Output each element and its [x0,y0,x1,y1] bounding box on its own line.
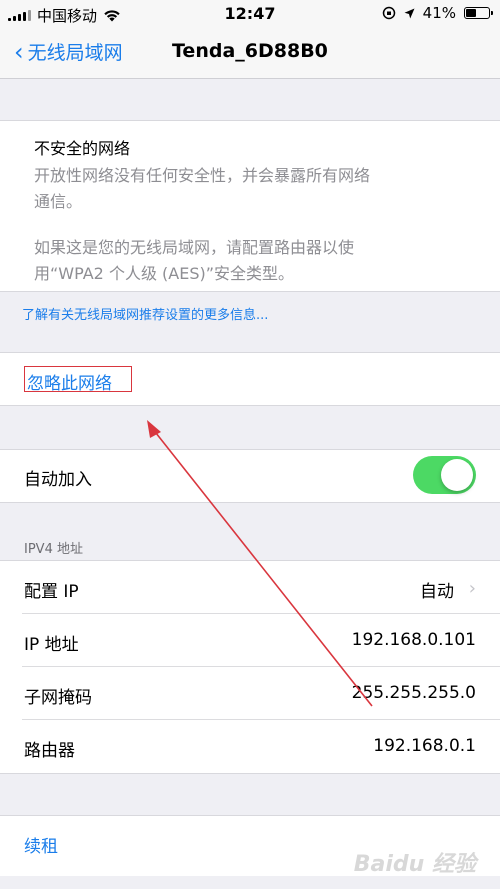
configure-ip-label[interactable]: 配置 IP [24,577,79,602]
status-bar: 中国移动 12:47 41% [0,0,500,28]
router-value: 192.168.0.1 [373,736,476,756]
auto-join-toggle[interactable] [413,456,476,494]
configure-ip-value[interactable]: 自动 [420,577,454,602]
warning-text-line: 如果这是您的无线局域网，请配置路由器以使 [34,238,355,257]
ip-address-label: IP 地址 [24,635,79,655]
auto-join-label: 自动加入 [24,470,92,490]
warning-text-line: 用“WPA2 个人级 (AES)”安全类型。 [34,264,295,283]
page-title: Tenda_6D88B0 [172,40,328,62]
row-divider [22,719,500,720]
chevron-left-icon: ‹ [14,37,24,66]
watermark-logo: Baidu 经验 [353,852,476,877]
chevron-right-icon[interactable]: › [469,578,476,599]
location-arrow-icon [404,8,415,18]
row-divider [22,666,500,667]
router-label: 路由器 [24,741,75,761]
divider [0,405,500,406]
subnet-mask-value: 255.255.255.0 [351,683,476,703]
divider [0,291,500,292]
back-button-label: 无线局域网 [27,42,123,64]
more-info-link[interactable]: 了解有关无线局域网推荐设置的更多信息... [22,304,268,323]
warning-title: 不安全的网络 [34,139,131,158]
warning-text-line: 通信。 [34,192,83,211]
forget-network-button[interactable]: 忽略此网络 [27,369,112,394]
battery-icon [464,7,493,19]
row-divider [22,613,500,614]
battery-percentage: 41% [422,4,456,22]
divider [0,773,500,774]
divider [0,502,500,503]
navigation-bar: ‹ 无线局域网 Tenda_6D88B0 [0,28,500,79]
subnet-mask-label: 子网掩码 [24,688,92,708]
renew-lease-button[interactable]: 续租 [24,832,58,857]
forget-network-highlight[interactable]: 忽略此网络 [24,366,132,394]
section-header-ipv4: IPV4 地址 [24,542,83,557]
warning-text-line: 开放性网络没有任何安全性，并会暴露所有网络 [34,166,371,185]
back-button[interactable]: ‹ 无线局域网 [14,38,123,65]
ip-address-value: 192.168.0.101 [351,630,476,650]
orientation-lock-icon [382,6,395,20]
toggle-knob [441,459,473,491]
